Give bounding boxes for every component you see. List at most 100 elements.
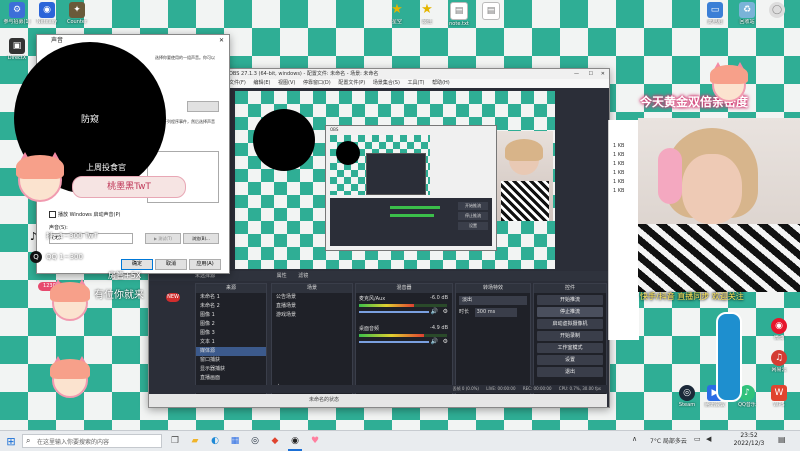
gear-icon[interactable]: ⚙ bbox=[443, 338, 448, 345]
tiktok-id: 抖~1~300 TwT bbox=[46, 232, 98, 240]
menu-scene-collection[interactable]: 场景集合(S) bbox=[373, 80, 400, 86]
desktop-icon[interactable]: ▭ 此电脑 bbox=[700, 2, 730, 25]
notification-icon[interactable]: ▤ bbox=[778, 435, 786, 444]
desktop-icon[interactable]: ⚙ 参与招募(1) bbox=[2, 2, 32, 25]
desktop-icon[interactable]: ♫ 网易云 bbox=[764, 350, 794, 373]
desktop-icon[interactable]: ▣ DirectX bbox=[2, 38, 32, 61]
obs-icon[interactable]: ◉ bbox=[288, 434, 302, 448]
windows-icon[interactable]: ⊞ bbox=[4, 434, 18, 448]
desktop-icon[interactable]: ◉ 微博 bbox=[764, 318, 794, 341]
menu-file[interactable]: 文件(F) bbox=[229, 80, 246, 86]
menu-docks[interactable]: 停靠窗口(D) bbox=[303, 80, 331, 86]
transition-duration-input[interactable]: 300 ms bbox=[474, 308, 517, 317]
mixer-volume-slider[interactable] bbox=[359, 311, 429, 313]
scene-item[interactable]: 公告场景 bbox=[272, 293, 352, 302]
mixer-channel-name: 桌面音频 bbox=[359, 326, 380, 332]
menu-help[interactable]: 帮助(H) bbox=[432, 80, 450, 86]
desktop-icon[interactable]: ◎ Steam bbox=[672, 385, 702, 408]
clock[interactable]: 23:52 2022/12/3 bbox=[728, 432, 770, 448]
cat-icon[interactable]: ♥ bbox=[308, 434, 322, 448]
nested-control-button[interactable]: 开始推流 bbox=[458, 202, 488, 210]
task-view-icon[interactable]: ❐ bbox=[168, 434, 182, 448]
close-button[interactable]: ✕ bbox=[219, 35, 224, 46]
ok-button[interactable]: 确定 bbox=[121, 259, 153, 270]
source-item[interactable]: 未命名 2 bbox=[196, 302, 266, 311]
desktop-icon[interactable]: ▤ bbox=[476, 2, 506, 21]
virtual-camera-button[interactable]: 启动虚拟摄像机 bbox=[537, 319, 603, 329]
stream-side-badge bbox=[716, 312, 742, 402]
anime-girl-sticker bbox=[16, 152, 64, 202]
store-icon[interactable]: ▦ bbox=[228, 434, 242, 448]
source-item[interactable]: 图像 1 bbox=[196, 311, 266, 320]
mute-icon[interactable]: 🔊 bbox=[431, 338, 438, 345]
folder-icon[interactable]: ▰ bbox=[188, 434, 202, 448]
nested-control-button[interactable]: 停止推流 bbox=[458, 212, 488, 220]
stream-bottom-banner: 快手/抖音 直播同步 欢迎关注 bbox=[640, 292, 744, 301]
sound-scheme-button[interactable] bbox=[187, 101, 219, 112]
status-rec: REC: 00:00:00 bbox=[522, 386, 552, 391]
source-item[interactable]: 图像 2 bbox=[196, 320, 266, 329]
settings-button[interactable]: 设置 bbox=[537, 355, 603, 365]
source-item[interactable]: 窗口捕获 bbox=[196, 356, 266, 365]
anime-hair bbox=[16, 155, 64, 180]
desktop-icon[interactable]: ◯ bbox=[762, 2, 792, 19]
menu-tools[interactable]: 工具(T) bbox=[408, 80, 425, 86]
menu-edit[interactable]: 编辑(E) bbox=[253, 80, 270, 86]
source-item[interactable]: 直播画面 bbox=[196, 374, 266, 383]
mute-icon[interactable]: 🔊 bbox=[431, 308, 438, 315]
mixer-channel-name: 麦克风/Aux bbox=[359, 296, 386, 302]
stop-streaming-button[interactable]: 停止推流 bbox=[537, 307, 603, 317]
scene-item[interactable]: 游戏场景 bbox=[272, 311, 352, 320]
startup-sound-checkbox[interactable]: 播放 Windows 启动声音(P) bbox=[49, 211, 120, 218]
qq-icon: Q bbox=[30, 251, 42, 263]
start-recording-button[interactable]: 开始录制 bbox=[537, 331, 603, 341]
volume-icon[interactable]: ◀ bbox=[706, 435, 711, 443]
tab-filters[interactable]: 滤镜 bbox=[298, 273, 308, 279]
game-icon[interactable]: ◆ bbox=[268, 434, 282, 448]
tray-arrow-icon[interactable]: ∧ bbox=[632, 435, 637, 443]
file-size: 1 KB bbox=[613, 188, 625, 194]
sources-panel: 来源 未命名 1 未命名 2 图像 1 图像 2 图像 3 文本 1 媒体源 窗… bbox=[195, 283, 267, 395]
mixer-volume-slider[interactable] bbox=[359, 341, 429, 343]
menu-profile[interactable]: 配置文件(P) bbox=[338, 80, 365, 86]
source-item[interactable]: 媒体源 bbox=[196, 347, 266, 356]
desktop-icon[interactable]: ▤ note.txt bbox=[444, 2, 474, 27]
tab-properties[interactable]: 属性 bbox=[277, 273, 287, 279]
desktop-icon[interactable]: ♻ 回收站 bbox=[732, 2, 762, 25]
cancel-button[interactable]: 取消 bbox=[155, 259, 187, 270]
exit-button[interactable]: 退出 bbox=[537, 367, 603, 377]
desktop-icon[interactable]: ✦ Counter bbox=[62, 2, 92, 25]
checkbox-box[interactable] bbox=[49, 211, 56, 218]
explorer-window: 1 KB 1 KB 1 KB 1 KB 1 KB 1 KB bbox=[608, 120, 639, 340]
test-button[interactable]: ▶ 测试(T) bbox=[145, 233, 181, 244]
desktop-icon-label: 微博 bbox=[773, 335, 784, 341]
nested-control-button[interactable]: 设置 bbox=[458, 222, 488, 230]
obs-preview[interactable]: OBS 开始推流 停止推流 设置 bbox=[235, 91, 555, 269]
source-item[interactable]: 未命名 1 bbox=[196, 293, 266, 302]
studio-mode-button[interactable]: 工作室模式 bbox=[537, 343, 603, 353]
source-item[interactable]: 显示器捕获 bbox=[196, 365, 266, 374]
transition-select[interactable]: 淡出 bbox=[459, 296, 527, 305]
webcam-hair bbox=[505, 139, 543, 161]
search-box[interactable]: ⌕ 在这里输入你要搜索的内容 bbox=[22, 434, 162, 448]
desktop-icon[interactable]: W WPS bbox=[764, 385, 794, 408]
minimize-button[interactable]: — bbox=[574, 69, 579, 79]
desktop-icon[interactable]: ★ 星空 bbox=[382, 2, 412, 25]
scene-item[interactable]: 直播场景 bbox=[272, 302, 352, 311]
start-streaming-button[interactable]: 开始推流 bbox=[537, 295, 603, 305]
tray-weather[interactable]: 7°C 局部多云 bbox=[650, 436, 687, 445]
source-item[interactable]: 文本 1 bbox=[196, 338, 266, 347]
desktop-icon[interactable]: ◉ Neteasy bbox=[32, 2, 62, 25]
network-icon[interactable]: ▭ bbox=[694, 435, 701, 443]
edge-icon[interactable]: ◐ bbox=[208, 434, 222, 448]
close-button[interactable]: ✕ bbox=[601, 69, 605, 79]
browse-button[interactable]: 浏览(B)... bbox=[183, 233, 219, 244]
desktop-icon[interactable]: ★ 最佳 bbox=[412, 2, 442, 25]
gear-icon[interactable]: ⚙ bbox=[443, 308, 448, 315]
apply-button[interactable]: 应用(A) bbox=[189, 259, 221, 270]
menu-view[interactable]: 视图(V) bbox=[278, 80, 295, 86]
maximize-button[interactable]: ☐ bbox=[589, 69, 593, 79]
steam-icon[interactable]: ◎ bbox=[248, 434, 262, 448]
source-item[interactable]: 图像 3 bbox=[196, 329, 266, 338]
checkbox-label: 播放 Windows 启动声音(P) bbox=[58, 212, 121, 218]
